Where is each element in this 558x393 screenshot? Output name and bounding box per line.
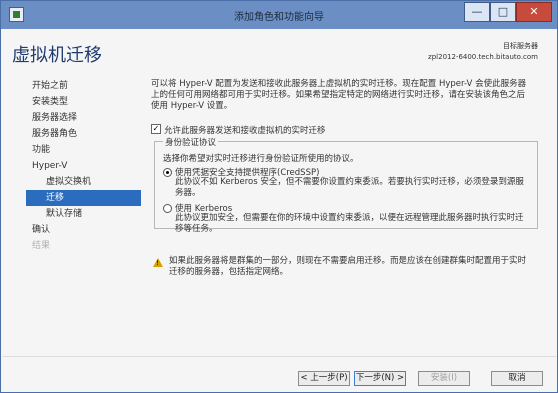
credssp-description: 此协议不如 Kerberos 安全，但不需要你设置约束委派。若要执行实时迁移，必…: [175, 177, 524, 198]
nav-item-hyper-v[interactable]: Hyper-V: [26, 158, 141, 174]
nav-item-server-roles[interactable]: 服务器角色: [26, 126, 141, 142]
previous-button[interactable]: < 上一步(P): [298, 371, 350, 386]
live-migration-label: 允许此服务器发送和接收虚拟机的实时迁移: [164, 126, 326, 136]
server-name: zpl2012-6400.tech.bitauto.com: [428, 53, 538, 61]
title-bar: 添加角色和功能向导 — □ ✕: [1, 1, 557, 29]
close-button[interactable]: ✕: [516, 2, 552, 22]
nav-item-virtual-switches[interactable]: 虚拟交换机: [26, 174, 141, 190]
auth-protocol-title: 身份验证协议: [163, 136, 219, 148]
nav-item-server-selection[interactable]: 服务器选择: [26, 110, 141, 126]
kerberos-description: 此协议更加安全，但需要在你的环境中设置约束委派，以便在远程管理此服务器时执行实时…: [175, 213, 524, 234]
wizard-window: 添加角色和功能向导 — □ ✕ 虚拟机迁移 目标服务器 zpl2012-6400…: [0, 0, 558, 393]
nav-item-confirmation[interactable]: 确认: [26, 222, 141, 238]
footer-bar: < 上一步(P) 下一步(N) > 安装(I) 取消: [2, 356, 556, 392]
install-button: 安装(I): [418, 371, 470, 386]
live-migration-checkbox[interactable]: ✓: [151, 124, 161, 134]
nav-item-before-you-begin[interactable]: 开始之前: [26, 78, 141, 94]
cancel-button[interactable]: 取消: [491, 371, 543, 386]
nav-item-results: 结果: [32, 241, 51, 251]
maximize-button[interactable]: □: [490, 2, 516, 22]
credssp-radio[interactable]: [163, 168, 172, 177]
server-label: 目标服务器: [503, 42, 538, 50]
wizard-nav: 开始之前 安装类型 服务器选择 服务器角色 功能 Hyper-V 虚拟交换机 迁…: [26, 78, 141, 254]
warning-icon: [153, 258, 163, 267]
content-pane: 可以将 Hyper-V 配置为发送和接收此服务器上虚拟机的实时迁移。现在配置 H…: [151, 79, 541, 277]
nav-item-migration[interactable]: 迁移: [26, 190, 141, 206]
kerberos-radio[interactable]: [163, 204, 172, 213]
page-title: 虚拟机迁移: [12, 45, 102, 66]
intro-text: 可以将 Hyper-V 配置为发送和接收此服务器上虚拟机的实时迁移。现在配置 H…: [151, 79, 527, 111]
live-migration-option[interactable]: ✓ 允许此服务器发送和接收虚拟机的实时迁移: [151, 123, 511, 136]
next-button[interactable]: 下一步(N) >: [354, 371, 406, 386]
nav-item-default-stores[interactable]: 默认存储: [26, 206, 141, 222]
page-header: 虚拟机迁移 目标服务器 zpl2012-6400.tech.bitauto.co…: [2, 29, 556, 75]
nav-item-features[interactable]: 功能: [26, 142, 141, 158]
auth-protocol-group: 身份验证协议 选择你希望对实时迁移进行身份验证所使用的协议。 使用凭据安全支持提…: [154, 136, 538, 234]
auth-protocol-description: 选择你希望对实时迁移进行身份验证所使用的协议。: [163, 154, 359, 164]
nav-item-installation-type[interactable]: 安装类型: [26, 94, 141, 110]
minimize-button[interactable]: —: [464, 2, 490, 22]
warning-text: 如果此服务器将是群集的一部分，则现在不需要启用迁移。而是应该在创建群集时配置用于…: [169, 256, 527, 277]
